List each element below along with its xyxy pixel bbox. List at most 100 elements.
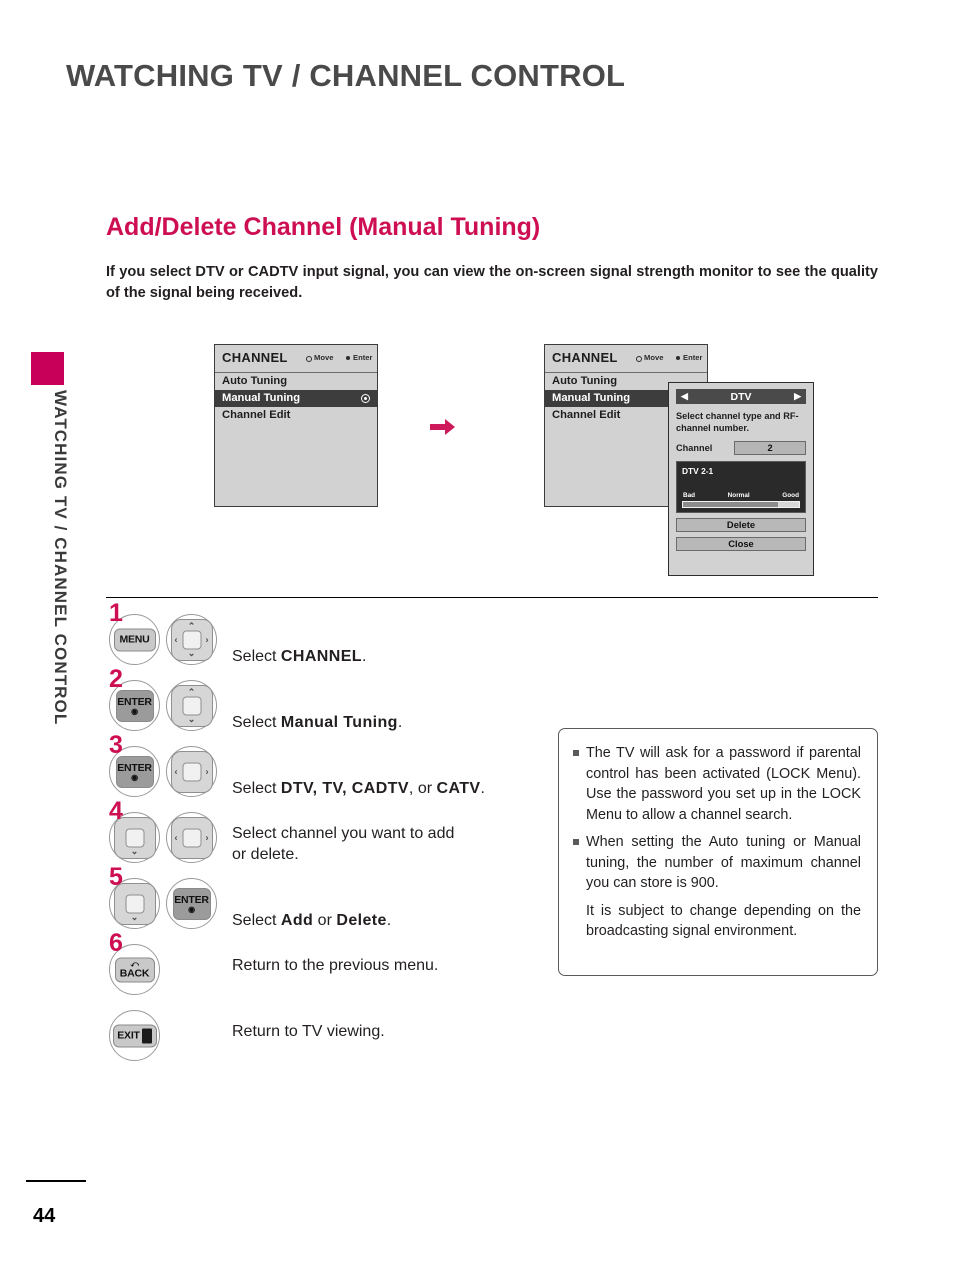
enter-key-text: ENTER (174, 894, 209, 906)
osd-title: CHANNEL (552, 350, 618, 365)
signal-channel-name: DTV 2-1 (682, 466, 714, 476)
dtv-description: Select channel type and RF-channel numbe… (676, 411, 799, 433)
back-key-text: BACK (119, 967, 150, 979)
dpad-leftright-icon: ‹ › (170, 816, 213, 859)
page-number: 44 (33, 1205, 56, 1227)
side-rail-label: WATCHING TV / CHANNEL CONTROL (51, 390, 70, 726)
close-button[interactable]: Close (676, 537, 806, 551)
chevron-left-icon[interactable]: ◀ (681, 392, 688, 401)
enter-key-label: ENTER ◉ (115, 755, 154, 788)
signal-strength-monitor: DTV 2-1 Bad Normal Good (676, 461, 806, 513)
step-row: EXIT Return to TV viewing. (106, 1002, 485, 1068)
step-text-bold: CHANNEL (280, 648, 362, 665)
dpad-center (182, 828, 201, 847)
osd-item-channel-edit[interactable]: Channel Edit (215, 407, 377, 424)
signal-strength-fill (683, 502, 779, 507)
signal-strength-bar (682, 501, 800, 508)
enter-key-text: ENTER (117, 762, 152, 774)
step-row: 6 ⤺ BACK Return to the previous menu. (106, 931, 485, 1002)
enter-key-label: ENTER ◉ (115, 689, 154, 722)
dpad-center (182, 630, 201, 649)
note-item: When setting the Auto tuning or Manual t… (573, 832, 861, 894)
chevron-down-icon: ⌄ (130, 845, 139, 856)
remote-key-dpad-updown[interactable]: ⌃ ⌄ (163, 677, 220, 734)
step-number: 1 (109, 599, 123, 627)
dtv-channel-label: Channel (676, 443, 713, 453)
step-number: 5 (109, 863, 123, 891)
step-instruction: Return to the previous menu. (232, 957, 439, 974)
step-text-tail: . (397, 714, 403, 731)
step-text-mid: or (313, 912, 337, 929)
side-rail-marker (31, 352, 64, 385)
osd-item-label: Manual Tuning (552, 392, 631, 404)
content-divider (106, 597, 878, 598)
osd-item-label: Auto Tuning (222, 375, 288, 387)
dpad-4way-icon: ⌃ ⌄ ‹ › (170, 618, 213, 661)
side-rail: WATCHING TV / CHANNEL CONTROL (26, 390, 70, 725)
osd-hint-enter: Enter (344, 353, 372, 362)
chevron-right-icon[interactable]: ▶ (794, 392, 801, 401)
dpad-center (125, 828, 144, 847)
step-instruction: Select channel you want to add or delete… (232, 825, 455, 863)
osd-item-auto-tuning[interactable]: Auto Tuning (215, 373, 377, 390)
step-text-bold: DTV, TV, CADTV (280, 780, 409, 797)
step-number: 3 (109, 731, 123, 759)
step-text-tail: . (361, 648, 367, 665)
dtv-titlebar: ◀ DTV ▶ (676, 389, 806, 404)
osd-header: CHANNEL Move Enter (215, 345, 377, 373)
exit-chip-icon (141, 1028, 152, 1043)
enter-key-glyph: ◉ (131, 773, 138, 782)
step-number: 4 (109, 797, 123, 825)
step-text-plain: Select (232, 648, 281, 665)
note-box: The TV will ask for a password if parent… (558, 728, 878, 976)
remote-key-enter[interactable]: ENTER ◉ (163, 875, 220, 932)
note-text: When setting the Auto tuning or Manual t… (586, 834, 861, 891)
signal-scale-normal: Normal (727, 492, 750, 499)
osd-screenshot-before: CHANNEL Move Enter Auto Tuning Manual Tu… (214, 344, 378, 507)
osd-hint-enter: Enter (674, 353, 702, 362)
step-text-plain: Select (232, 714, 281, 731)
step-instruction: Select CHANNEL. (232, 625, 366, 667)
dtv-title: DTV (730, 390, 752, 403)
step-text-mid: , or (408, 780, 437, 797)
remote-key-dpad-leftright[interactable]: ‹ › (163, 743, 220, 800)
chevron-left-icon: ‹ (174, 766, 178, 776)
exit-key-label: EXIT (112, 1024, 157, 1047)
chevron-down-icon: ⌄ (187, 713, 196, 724)
osd-item-label: Channel Edit (222, 409, 291, 421)
dpad-updown-icon: ⌃ ⌄ (170, 684, 213, 727)
enter-key-glyph: ◉ (131, 707, 138, 716)
dpad-center (182, 762, 201, 781)
dpad-center (125, 894, 144, 913)
step-text-tail: . (386, 912, 392, 929)
step-instruction: Select Manual Tuning. (232, 691, 402, 733)
chevron-right-icon: › (205, 766, 209, 776)
section-heading: Add/Delete Channel (Manual Tuning) (106, 213, 541, 241)
signal-scale-good: Good (782, 492, 799, 499)
chevron-down-icon: ⌄ (130, 911, 139, 922)
remote-key-exit[interactable]: EXIT (106, 1007, 163, 1064)
step-text-tail: . (480, 780, 485, 797)
osd-hint-enter-label: Enter (353, 353, 373, 362)
signal-scale: Bad Normal Good (683, 492, 799, 499)
menu-key-label: MENU (113, 628, 156, 651)
delete-button[interactable]: Delete (676, 518, 806, 532)
enter-key-text: ENTER (117, 696, 152, 708)
dpad-icon (303, 353, 312, 362)
chevron-right-icon: › (205, 634, 209, 644)
chevron-left-icon: ‹ (174, 832, 178, 842)
osd-item-manual-tuning[interactable]: Manual Tuning (215, 390, 377, 407)
step-text-plain: Select (232, 780, 281, 797)
step-row: 3 ENTER ◉ ‹ › Select DTV, TV, CADTV, or … (106, 733, 485, 804)
dtv-channel-value[interactable]: 2 (734, 441, 806, 455)
dpad-center (182, 696, 201, 715)
dpad-leftright-icon: ‹ › (170, 750, 213, 793)
step-row: 4 ⌄ ‹ › Select channel you want to add o… (106, 799, 485, 870)
step-instruction: Select Add or Delete. (232, 889, 391, 931)
remote-key-dpad-leftright[interactable]: ‹ › (163, 809, 220, 866)
dpad-icon (633, 353, 642, 362)
section-intro: If you select DTV or CADTV input signal,… (106, 264, 878, 301)
note-subtext: It is subject to change depending on the… (586, 902, 861, 940)
remote-key-dpad-4way[interactable]: ⌃ ⌄ ‹ › (163, 611, 220, 668)
enter-dot-icon (674, 354, 681, 361)
